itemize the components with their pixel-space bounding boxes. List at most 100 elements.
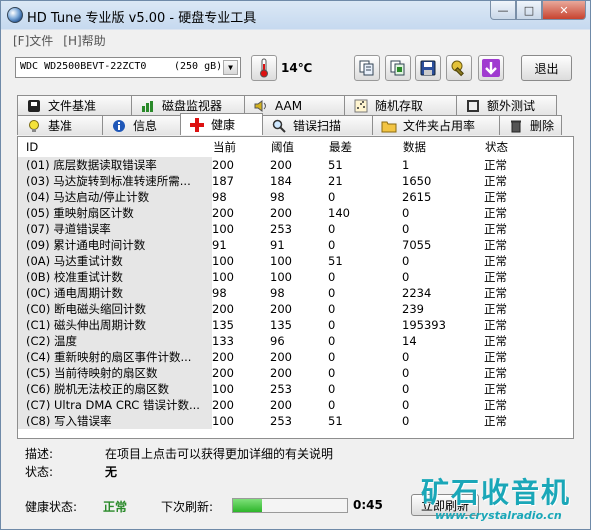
table-header-row: ID 当前 阈值 最差 数据 状态: [18, 137, 546, 157]
cell-data: 239: [402, 302, 424, 316]
cell-id: (C8) 写入错误率: [18, 413, 212, 429]
cell-data: 2615: [402, 190, 432, 204]
title-bar[interactable]: HD Tune 专业版 v5.00 - 硬盘专业工具 — □ ✕: [1, 1, 590, 28]
cell-id: (01) 底层数据读取错误率: [18, 157, 212, 173]
table-row[interactable]: (C1) 磁头伸出周期计数 135 135 0 195393 正常: [18, 317, 546, 333]
cell-id: (C1) 磁头伸出周期计数: [18, 317, 212, 333]
table-row[interactable]: (0B) 校准重试计数 100 100 0 0 正常: [18, 269, 546, 285]
table-row[interactable]: (C0) 断电磁头缩回计数 200 200 0 239 正常: [18, 301, 546, 317]
cell-current: 200: [212, 350, 234, 364]
cell-worst: 0: [328, 382, 336, 396]
tab-erase[interactable]: 删除: [499, 115, 562, 135]
extra-tests-icon: [465, 98, 481, 114]
status-label: 状态:: [25, 465, 54, 479]
tab-info[interactable]: 信息: [102, 115, 181, 135]
table-row[interactable]: (C6) 脱机无法校正的扇区数 100 253 0 0 正常: [18, 381, 546, 397]
progress-fill: [233, 499, 262, 512]
table-row[interactable]: (03) 马达旋转到标准转速所需... 187 184 21 1650 正常: [18, 173, 546, 189]
cell-id: (05) 重映射扇区计数: [18, 205, 212, 221]
maximize-button[interactable]: □: [516, 1, 542, 20]
health-cross-icon: [189, 117, 205, 133]
header-status[interactable]: 状态: [484, 137, 546, 157]
cell-id: (0A) 马达重试计数: [18, 253, 212, 269]
window-title: HD Tune 专业版 v5.00 - 硬盘专业工具: [27, 11, 257, 26]
cell-worst: 0: [328, 238, 336, 252]
tab-file-benchmark[interactable]: 文件基准: [17, 95, 132, 115]
cell-id: (0B) 校准重试计数: [18, 269, 212, 285]
tab-folder-usage[interactable]: 文件夹占用率: [372, 115, 500, 135]
cell-status: 正常: [484, 254, 507, 268]
chevron-down-icon[interactable]: ▼: [223, 60, 238, 75]
table-row[interactable]: (C4) 重新映射的扇区事件计数... 200 200 0 0 正常: [18, 349, 546, 365]
minimize-button[interactable]: —: [490, 1, 516, 20]
tab-aam[interactable]: AAM: [244, 95, 345, 115]
copy-text-button[interactable]: [354, 55, 380, 81]
table-row[interactable]: (0C) 通电周期计数 98 98 0 2234 正常: [18, 285, 546, 301]
cell-worst: 0: [328, 366, 336, 380]
cell-status: 正常: [484, 414, 507, 428]
header-current[interactable]: 当前: [212, 137, 270, 157]
hd-tune-app-icon: [7, 7, 23, 23]
cell-status: 正常: [484, 270, 507, 284]
options-button[interactable]: [446, 55, 472, 81]
cell-current: 98: [212, 190, 227, 204]
table-row[interactable]: (C8) 写入错误率 100 253 51 0 正常: [18, 413, 546, 429]
tab-extra-tests[interactable]: 额外测试: [456, 95, 557, 115]
header-data[interactable]: 数据: [402, 137, 484, 157]
table-row[interactable]: (07) 寻道错误率 100 253 0 0 正常: [18, 221, 546, 237]
table-row[interactable]: (0A) 马达重试计数 100 100 51 0 正常: [18, 253, 546, 269]
cell-threshold: 200: [270, 158, 292, 172]
cell-data: 7055: [402, 238, 432, 252]
speaker-icon: [253, 98, 269, 114]
cell-worst: 0: [328, 302, 336, 316]
cell-data: 195393: [402, 318, 446, 332]
tab-health[interactable]: 健康: [180, 113, 263, 135]
cell-status: 正常: [484, 174, 507, 188]
watermark-brand: 矿石收音机: [421, 476, 572, 509]
cell-threshold: 253: [270, 222, 292, 236]
table-row[interactable]: (05) 重映射扇区计数 200 200 140 0 正常: [18, 205, 546, 221]
tab-disk-monitor[interactable]: 磁盘监视器: [131, 95, 245, 115]
cell-data: 1650: [402, 174, 432, 188]
next-refresh-label: 下次刷新:: [161, 500, 214, 514]
description-label: 描述:: [25, 447, 54, 461]
download-update-button[interactable]: [478, 55, 504, 81]
cell-current: 91: [212, 238, 227, 252]
header-id[interactable]: ID: [18, 137, 212, 157]
cell-worst: 0: [328, 286, 336, 300]
tab-benchmark[interactable]: 基准: [17, 115, 103, 135]
header-threshold[interactable]: 阈值: [270, 137, 328, 157]
cell-current: 200: [212, 366, 234, 380]
drive-select[interactable]: WDC WD2500BEVT-22ZCT0 (250 gB) ▼: [15, 57, 241, 78]
exit-button[interactable]: 退出: [521, 55, 572, 81]
close-button[interactable]: ✕: [542, 1, 586, 20]
table-row[interactable]: (C2) 温度 133 96 0 14 正常: [18, 333, 546, 349]
lightbulb-icon: [26, 118, 42, 134]
info-icon: [111, 118, 127, 134]
table-row[interactable]: (C7) Ultra DMA CRC 错误计数... 200 200 0 0 正常: [18, 397, 546, 413]
cell-worst: 140: [328, 206, 350, 220]
menu-help[interactable]: [H]帮助: [61, 30, 107, 50]
description-area: 描述: 在项目上点击可以获得更加详细的有关说明 状态: 无: [25, 445, 333, 479]
cell-worst: 0: [328, 398, 336, 412]
table-row[interactable]: (01) 底层数据读取错误率 200 200 51 1 正常: [18, 157, 546, 173]
copy-screenshot-button[interactable]: [385, 55, 411, 81]
table-row[interactable]: (09) 累计通电时间计数 91 91 0 7055 正常: [18, 237, 546, 253]
tab-error-scan[interactable]: 错误扫描: [262, 115, 373, 135]
tab-random-access[interactable]: 随机存取: [344, 95, 457, 115]
watermark-url: www.crystalradio.cn: [435, 509, 562, 522]
cell-id: (C0) 断电磁头缩回计数: [18, 301, 212, 317]
cell-threshold: 200: [270, 398, 292, 412]
save-button[interactable]: [415, 55, 441, 81]
cell-status: 正常: [484, 206, 507, 220]
cell-data: 0: [402, 366, 410, 380]
thermometer-button[interactable]: [251, 55, 277, 81]
cell-status: 正常: [484, 158, 507, 172]
cell-current: 200: [212, 302, 234, 316]
cell-current: 200: [212, 398, 234, 412]
header-worst[interactable]: 最差: [328, 137, 402, 157]
table-row[interactable]: (04) 马达启动/停止计数 98 98 0 2615 正常: [18, 189, 546, 205]
app-window: HD Tune 专业版 v5.00 - 硬盘专业工具 — □ ✕ [F]文件 […: [0, 0, 591, 530]
menu-file[interactable]: [F]文件: [11, 30, 55, 50]
table-row[interactable]: (C5) 当前待映射的扇区数 200 200 0 0 正常: [18, 365, 546, 381]
